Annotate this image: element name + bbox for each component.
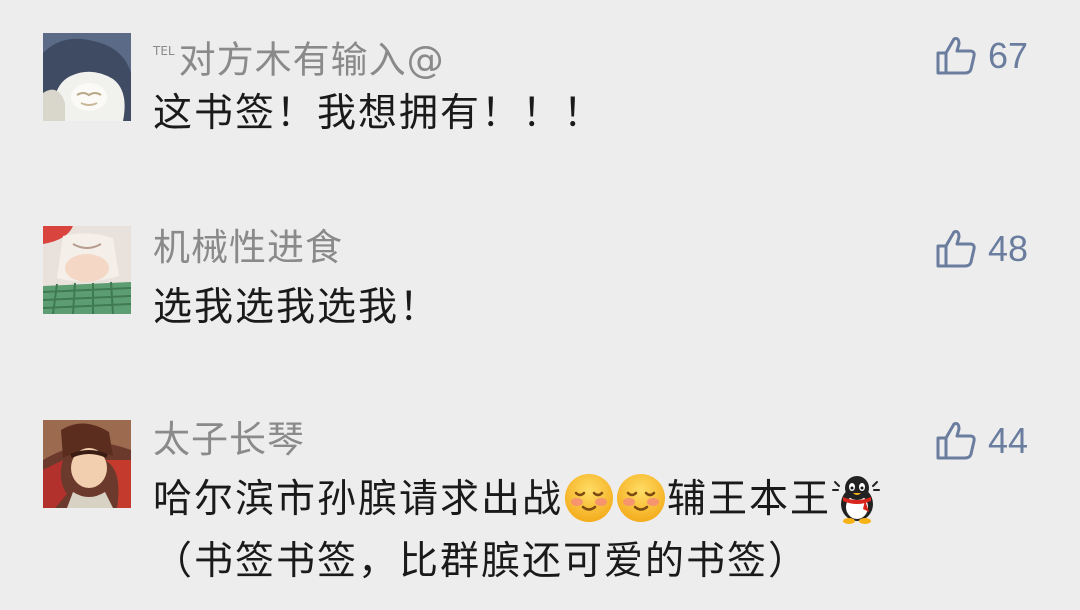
anime-warrior-avatar-icon <box>43 420 131 508</box>
like-count: 48 <box>988 228 1029 269</box>
qq-penguin-emoji-icon <box>831 472 883 524</box>
comment-text: 哈尔滨市孙膑请求出战 辅王本王 <box>153 470 883 530</box>
like-button[interactable]: 67 <box>934 32 1028 80</box>
username-tag: TEL <box>153 44 175 58</box>
like-button[interactable]: 44 <box>934 417 1028 465</box>
username[interactable]: 机械性进食 <box>153 226 343 270</box>
username-text: 对方木有输入@ <box>178 38 445 82</box>
like-button[interactable]: 48 <box>934 225 1028 273</box>
username[interactable]: 太子长琴 <box>153 418 305 462</box>
anime-girl-green-skirt-avatar-icon <box>43 226 131 314</box>
comment-text-line2: （书签书签，比群膑还可爱的书签） <box>153 539 810 584</box>
like-count: 44 <box>988 420 1029 461</box>
comment-text: 这书签！我想拥有！！！ <box>153 91 605 136</box>
comment-text: 选我选我选我！ <box>153 285 441 330</box>
thumbs-up-icon <box>936 37 976 75</box>
like-count: 67 <box>988 35 1029 76</box>
blush-smile-emoji-icon <box>563 472 615 524</box>
comment-text-part: 哈尔滨市孙膑请求出战 <box>153 477 564 522</box>
thumbs-up-icon <box>936 422 976 460</box>
avatar[interactable] <box>43 33 131 121</box>
username[interactable]: TEL 对方木有输入@ <box>153 33 445 82</box>
thumbs-up-icon <box>936 230 976 268</box>
avatar[interactable] <box>43 226 131 314</box>
blush-smile-emoji-icon <box>615 472 667 524</box>
white-hooded-character-avatar-icon <box>43 33 131 121</box>
avatar[interactable] <box>43 420 131 508</box>
comment-text-part: 辅王本王 <box>667 477 832 522</box>
